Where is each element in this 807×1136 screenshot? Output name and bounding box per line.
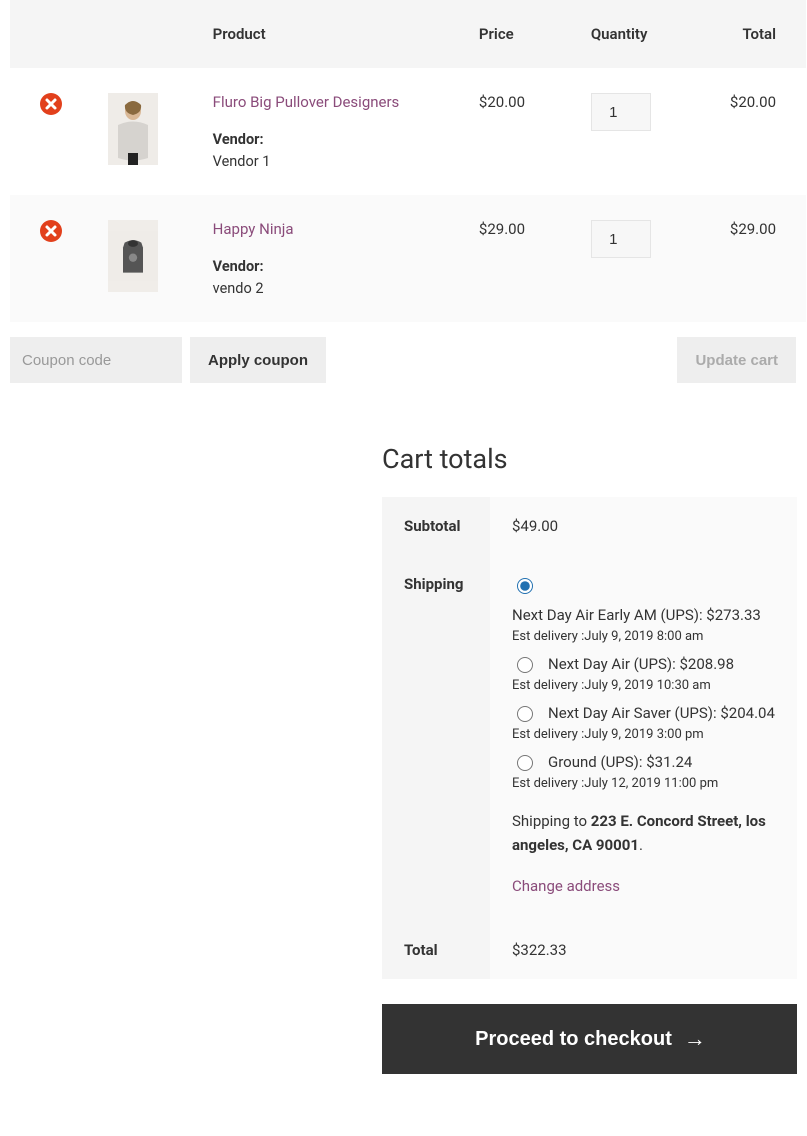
remove-item-button[interactable]	[40, 220, 64, 244]
vendor-label: Vendor:	[213, 131, 459, 148]
shipping-radio[interactable]	[517, 755, 533, 771]
shipping-option-text: Next Day Air Saver (UPS): $204.04	[548, 704, 775, 722]
proceed-to-checkout-button[interactable]: Proceed to checkout →	[382, 1004, 797, 1074]
cart-table: Product Price Quantity Total Fluro Big P…	[10, 0, 806, 322]
product-thumbnail[interactable]	[108, 93, 158, 165]
shipping-option: Next Day Air Early AM (UPS): $273.33 Est…	[512, 575, 775, 644]
shipping-option-text: Ground (UPS): $31.24	[548, 753, 692, 771]
update-cart-button[interactable]: Update cart	[677, 337, 796, 383]
col-thumb-header	[88, 0, 194, 68]
item-price: $29.00	[469, 195, 581, 322]
shipping-option-label[interactable]: Next Day Air (UPS): $208.98	[512, 654, 775, 673]
quantity-stepper[interactable]	[591, 93, 651, 131]
shipping-option-label[interactable]: Ground (UPS): $31.24	[512, 752, 775, 771]
shipping-destination: Shipping to 223 E. Concord Street, los a…	[512, 809, 775, 857]
shipping-estimate: Est delivery :July 12, 2019 11:00 pm	[512, 776, 775, 791]
col-remove-header	[10, 0, 88, 68]
item-price: $20.00	[469, 68, 581, 195]
shipping-option-text: Next Day Air Early AM (UPS): $273.33	[512, 606, 761, 624]
cart-totals-heading: Cart totals	[382, 443, 797, 475]
total-value: $322.33	[490, 921, 797, 979]
subtotal-value: $49.00	[490, 497, 797, 555]
shipping-radio[interactable]	[517, 657, 533, 673]
apply-coupon-button[interactable]: Apply coupon	[190, 337, 326, 383]
quantity-stepper[interactable]	[591, 220, 651, 258]
vendor-label: Vendor:	[213, 258, 459, 275]
col-product-header: Product	[195, 0, 469, 68]
shipping-cell: Next Day Air Early AM (UPS): $273.33 Est…	[490, 555, 797, 921]
checkout-label: Proceed to checkout	[475, 1028, 672, 1051]
shipping-radio[interactable]	[517, 578, 533, 594]
item-total: $29.00	[710, 195, 806, 322]
table-row: Fluro Big Pullover Designers Vendor: Ven…	[10, 68, 806, 195]
shipping-label: Shipping	[382, 555, 490, 921]
coupon-input[interactable]	[10, 337, 182, 383]
cart-totals-section: Cart totals Subtotal $49.00 Shipping Nex…	[382, 443, 797, 1074]
shipping-option: Next Day Air (UPS): $208.98 Est delivery…	[512, 654, 775, 693]
shipping-estimate: Est delivery :July 9, 2019 3:00 pm	[512, 727, 775, 742]
shipping-estimate: Est delivery :July 9, 2019 10:30 am	[512, 678, 775, 693]
vendor-name: Vendor 1	[213, 153, 459, 170]
shipping-radio[interactable]	[517, 706, 533, 722]
subtotal-label: Subtotal	[382, 497, 490, 555]
shipping-option: Next Day Air Saver (UPS): $204.04 Est de…	[512, 703, 775, 742]
product-thumbnail[interactable]	[108, 220, 158, 292]
cart-actions: Apply coupon Update cart	[0, 337, 796, 383]
shipping-option-label[interactable]: Next Day Air Saver (UPS): $204.04	[512, 703, 775, 722]
item-total: $20.00	[710, 68, 806, 195]
arrow-right-icon: →	[684, 1026, 704, 1052]
shipping-estimate: Est delivery :July 9, 2019 8:00 am	[512, 629, 775, 644]
vendor-name: vendo 2	[213, 280, 459, 297]
remove-item-button[interactable]	[40, 93, 64, 117]
product-link[interactable]: Fluro Big Pullover Designers	[213, 93, 400, 111]
table-row: Happy Ninja Vendor: vendo 2 $29.00 $29.0…	[10, 195, 806, 322]
shipping-option-label[interactable]: Next Day Air Early AM (UPS): $273.33	[512, 575, 775, 624]
change-address-link[interactable]: Change address	[512, 877, 620, 895]
total-label: Total	[382, 921, 490, 979]
col-price-header: Price	[469, 0, 581, 68]
col-total-header: Total	[710, 0, 806, 68]
cart-totals-table: Subtotal $49.00 Shipping Next Day Air Ea…	[382, 497, 797, 979]
shipping-option-text: Next Day Air (UPS): $208.98	[548, 655, 734, 673]
product-link[interactable]: Happy Ninja	[213, 220, 294, 238]
shipping-option: Ground (UPS): $31.24 Est delivery :July …	[512, 752, 775, 791]
shipping-options: Next Day Air Early AM (UPS): $273.33 Est…	[512, 575, 775, 791]
col-qty-header: Quantity	[581, 0, 710, 68]
